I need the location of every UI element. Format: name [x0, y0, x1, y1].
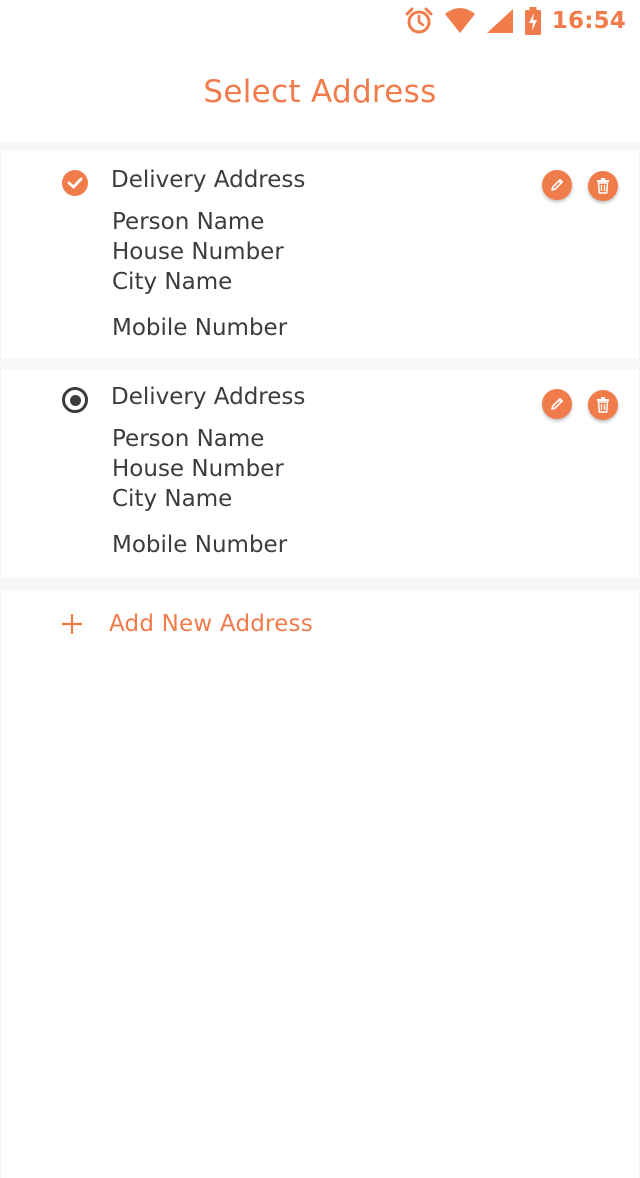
person-name: Person Name — [112, 209, 265, 235]
add-new-address-button[interactable]: Add New Address — [0, 590, 640, 658]
status-time: 16:54 — [551, 8, 626, 34]
trash-icon — [597, 397, 609, 413]
address-card[interactable]: Delivery Address Person Name House Numbe… — [0, 370, 640, 578]
house-number: House Number — [112, 239, 284, 265]
pencil-icon — [551, 179, 563, 191]
divider — [0, 358, 640, 370]
mobile-number: Mobile Number — [112, 532, 288, 558]
address-title: Delivery Address — [111, 167, 306, 193]
address-title: Delivery Address — [111, 384, 306, 410]
alarm-icon — [404, 7, 434, 35]
delete-button[interactable] — [588, 171, 618, 201]
app-header: Select Address — [0, 42, 640, 142]
radio-selected[interactable] — [62, 170, 88, 196]
edit-button[interactable] — [542, 170, 572, 200]
delete-button[interactable] — [588, 390, 618, 420]
trash-icon — [597, 178, 609, 194]
city-name: City Name — [112, 486, 233, 512]
mobile-number: Mobile Number — [112, 315, 288, 341]
battery-charging-icon — [524, 7, 542, 35]
address-card[interactable]: Delivery Address Person Name House Numbe… — [0, 150, 640, 358]
city-name: City Name — [112, 269, 233, 295]
add-new-address-label: Add New Address — [109, 611, 313, 637]
status-bar: 16:54 — [0, 0, 640, 42]
pencil-icon — [551, 398, 563, 410]
radio-dot — [69, 394, 81, 406]
divider — [0, 142, 640, 150]
wifi-icon — [444, 8, 476, 34]
edit-button[interactable] — [542, 389, 572, 419]
radio-unselected[interactable] — [62, 387, 88, 413]
person-name: Person Name — [112, 426, 265, 452]
plus-icon — [62, 614, 82, 634]
divider — [0, 578, 640, 590]
signal-icon — [486, 8, 514, 34]
check-icon — [67, 177, 83, 189]
page-title: Select Address — [203, 74, 437, 110]
house-number: House Number — [112, 456, 284, 482]
content-area — [0, 590, 640, 1178]
